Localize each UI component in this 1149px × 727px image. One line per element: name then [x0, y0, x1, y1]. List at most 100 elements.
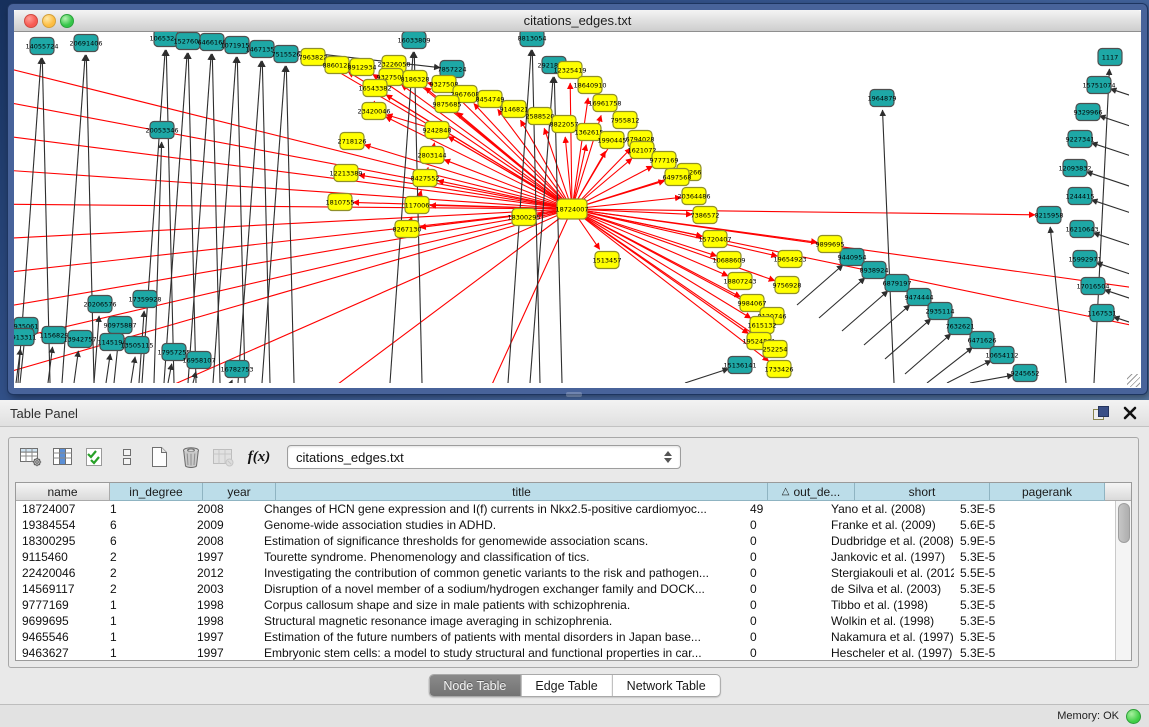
cell-name[interactable]: 14569117: [16, 581, 104, 597]
cell-short[interactable]: Tibbo et al. (1998): [825, 597, 954, 613]
graph-node[interactable]: 252254: [763, 341, 788, 358]
table-row[interactable]: 1872400712008Changes of HCN gene express…: [16, 501, 1131, 517]
delete-table-button[interactable]: [177, 443, 205, 471]
cell-name[interactable]: 19384554: [16, 517, 104, 533]
column-header-year[interactable]: year: [203, 483, 276, 501]
cell-title[interactable]: Tourette syndrome. Phenomenology and cla…: [258, 549, 744, 565]
cell-pagerank[interactable]: 5.3E-5: [954, 581, 1063, 597]
graph-node[interactable]: 7515526: [272, 46, 301, 63]
cell-title[interactable]: Estimation of the future numbers of pati…: [258, 629, 744, 645]
graph-node[interactable]: 9146821: [500, 101, 529, 118]
cell-out_degree[interactable]: 0: [744, 517, 825, 533]
close-panel-icon[interactable]: [1123, 406, 1137, 420]
graph-node[interactable]: 18640910: [573, 77, 606, 94]
table-row[interactable]: 911546021997Tourette syndrome. Phenomeno…: [16, 549, 1131, 565]
cell-year[interactable]: 1997: [191, 629, 258, 645]
graph-node[interactable]: 16033809: [397, 32, 430, 49]
cell-out_degree[interactable]: 0: [744, 533, 825, 549]
float-panel-icon[interactable]: [1093, 406, 1109, 420]
graph-node[interactable]: 1117: [1098, 49, 1122, 66]
tab-node-table[interactable]: Node Table: [429, 675, 521, 696]
cell-short[interactable]: Dudbridge et al. (2008): [825, 533, 954, 549]
cell-short[interactable]: Stergiakouli et al. (2012): [825, 565, 954, 581]
cell-title[interactable]: Disruption of a novel member of a sodium…: [258, 581, 744, 597]
column-header-in_degree[interactable]: in_degree: [110, 483, 203, 501]
cell-pagerank[interactable]: 5.3E-5: [954, 597, 1063, 613]
graph-node[interactable]: 20053346: [145, 122, 178, 139]
graph-node[interactable]: 90975887: [103, 317, 136, 334]
graph-node[interactable]: 19654923: [773, 251, 806, 268]
graph-node[interactable]: 2935114: [926, 303, 955, 320]
graph-node[interactable]: 8186328: [401, 71, 430, 88]
graph-node[interactable]: 15992971: [1068, 251, 1101, 268]
network-canvas[interactable]: 1405572420691406106532471527602646616010…: [14, 32, 1141, 388]
graph-node[interactable]: 15751074: [1082, 77, 1115, 94]
cell-title[interactable]: Corpus callosum shape and size in male p…: [258, 597, 744, 613]
cell-year[interactable]: 1997: [191, 549, 258, 565]
cell-pagerank[interactable]: 5.3E-5: [954, 549, 1063, 565]
cell-in_degree[interactable]: 2: [104, 581, 191, 597]
graph-node[interactable]: 23420046: [357, 103, 390, 120]
cell-in_degree[interactable]: 6: [104, 517, 191, 533]
table-settings-button[interactable]: [17, 443, 45, 471]
graph-node[interactable]: 16210643: [1065, 221, 1098, 238]
graph-node[interactable]: 9329966: [1074, 104, 1103, 121]
graph-node[interactable]: 17016504: [1076, 278, 1109, 295]
graph-node[interactable]: 8427552: [411, 170, 440, 187]
graph-node[interactable]: 10654112: [985, 347, 1018, 364]
graph-node[interactable]: 20691406: [69, 35, 102, 52]
cell-in_degree[interactable]: 2: [104, 565, 191, 581]
graph-node[interactable]: 7386572: [691, 207, 720, 224]
scrollbar-thumb[interactable]: [1118, 503, 1130, 543]
cell-in_degree[interactable]: 1: [104, 613, 191, 629]
window-titlebar[interactable]: citations_edges.txt: [14, 10, 1141, 32]
graph-node[interactable]: 2803144: [418, 147, 447, 164]
table-row[interactable]: 1938455462009Genome-wide association stu…: [16, 517, 1131, 533]
graph-node[interactable]: 6497568: [663, 169, 692, 186]
table-selector-dropdown[interactable]: citations_edges.txt: [287, 445, 681, 469]
graph-node[interactable]: 9227341: [1066, 131, 1095, 148]
graph-node[interactable]: 1964879: [868, 90, 897, 107]
cell-title[interactable]: Structural magnetic resonance image aver…: [258, 613, 744, 629]
cell-short[interactable]: Yano et al. (2008): [825, 501, 954, 517]
close-window-icon[interactable]: [24, 14, 38, 28]
cell-short[interactable]: Nakamura et al. (1997): [825, 629, 954, 645]
column-header-out_degree[interactable]: △out_de...: [768, 483, 855, 501]
cell-out_degree[interactable]: 0: [744, 549, 825, 565]
table-row[interactable]: 2242004622012Investigating the contribut…: [16, 565, 1131, 581]
select-all-check-button[interactable]: [81, 443, 109, 471]
cell-title[interactable]: Genome-wide association studies in ADHD.: [258, 517, 744, 533]
graph-node[interactable]: 9242848: [423, 122, 452, 139]
cell-short[interactable]: Franke et al. (2009): [825, 517, 954, 533]
cell-pagerank[interactable]: 5.9E-5: [954, 533, 1063, 549]
graph-node[interactable]: 9899695: [816, 236, 845, 253]
cell-short[interactable]: Jankovic et al. (1997): [825, 549, 954, 565]
cell-in_degree[interactable]: 6: [104, 533, 191, 549]
cell-title[interactable]: Changes of HCN gene expression and I(f) …: [258, 501, 744, 517]
cell-year[interactable]: 2009: [191, 517, 258, 533]
cell-name[interactable]: 18300295: [16, 533, 104, 549]
graph-node[interactable]: 8813054: [518, 32, 547, 47]
graph-node[interactable]: 6471626: [968, 332, 997, 349]
cell-year[interactable]: 2008: [191, 501, 258, 517]
table-row[interactable]: 1456911722003Disruption of a novel membe…: [16, 581, 1131, 597]
graph-node[interactable]: 14055724: [25, 38, 58, 55]
column-header-name[interactable]: name: [16, 483, 110, 501]
graph-node[interactable]: 1810755: [326, 194, 355, 211]
cell-in_degree[interactable]: 1: [104, 645, 191, 661]
graph-node[interactable]: 9245652: [1011, 365, 1040, 382]
graph-node[interactable]: 12213389: [329, 165, 362, 182]
cell-title[interactable]: Embryonic stem cells: a model to study s…: [258, 645, 744, 661]
graph-node[interactable]: 13942757: [63, 331, 96, 348]
graph-node[interactable]: 16961758: [588, 95, 621, 112]
table-row[interactable]: 946554611997Estimation of the future num…: [16, 629, 1131, 645]
graph-node[interactable]: 18300295: [507, 209, 540, 226]
cell-out_degree[interactable]: 49: [744, 501, 825, 517]
cell-title[interactable]: Investigating the contribution of common…: [258, 565, 744, 581]
graph-node[interactable]: 16958107: [182, 352, 215, 369]
graph-node[interactable]: 16782753: [220, 361, 253, 378]
cell-pagerank[interactable]: 5.3E-5: [954, 645, 1063, 661]
cell-in_degree[interactable]: 1: [104, 501, 191, 517]
graph-node[interactable]: 9875685: [433, 96, 462, 113]
cell-pagerank[interactable]: 5.5E-5: [954, 565, 1063, 581]
